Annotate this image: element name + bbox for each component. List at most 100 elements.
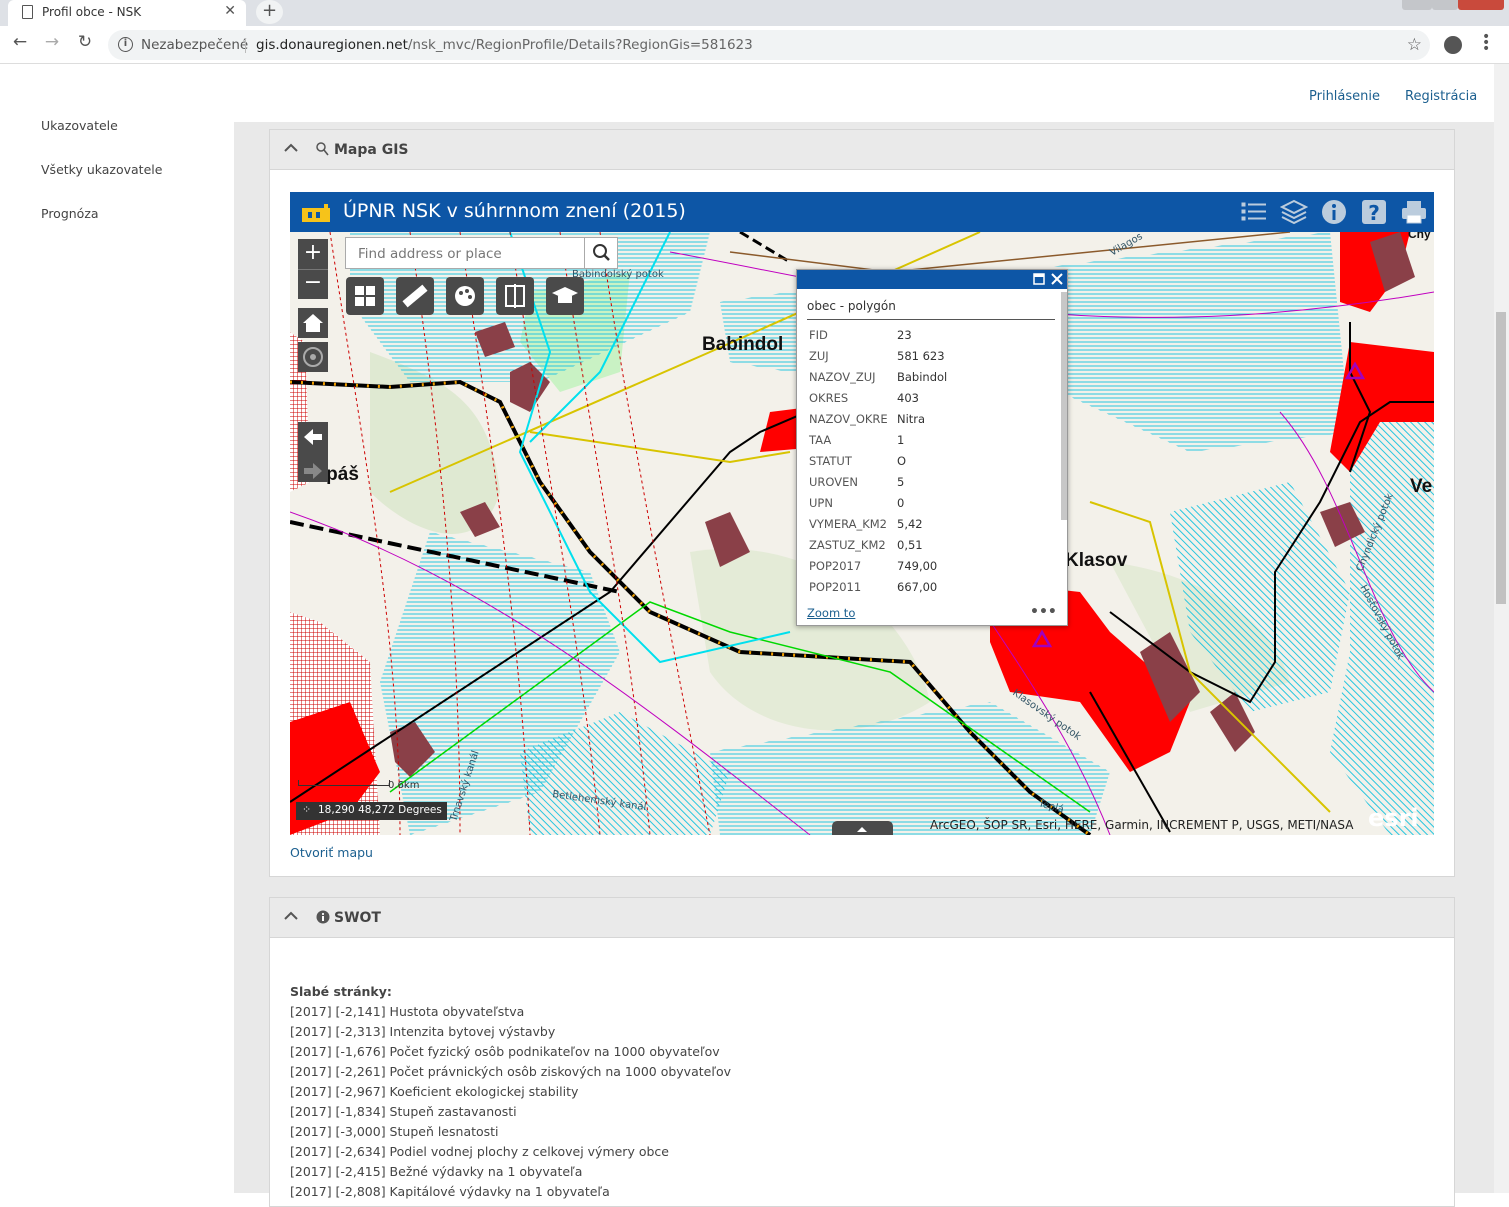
home-button[interactable] [298, 308, 328, 338]
weak-point-item: [2017] [-2,415] Bežné výdavky na 1 obyva… [290, 1164, 583, 1179]
extent-nav-control [298, 422, 328, 482]
popup-row-value: 5,42 [897, 517, 923, 531]
sidebar-item-vsetky-ukazovatele[interactable]: Všetky ukazovatele [41, 162, 162, 177]
locate-button[interactable] [298, 342, 328, 372]
browser-toolbar: ← → ↻ i Nezabezpečené gis.donauregionen.… [0, 26, 1509, 64]
info-icon[interactable]: i [118, 37, 133, 52]
popup-row-value: 0,51 [897, 538, 923, 552]
popup-row-value: 1 [897, 433, 905, 447]
window-close-button[interactable] [1458, 0, 1504, 10]
swot-panel-header[interactable]: SWOT [270, 898, 1454, 938]
next-extent-icon[interactable] [298, 456, 328, 486]
zoom-to-link[interactable]: Zoom to [807, 606, 855, 620]
crosshair-icon: ⁘ [302, 803, 312, 816]
new-tab-button[interactable]: + [256, 0, 283, 24]
browser-tab[interactable]: Profil obce - NSK ✕ [8, 0, 246, 26]
popup-scrollbar[interactable] [1061, 292, 1067, 520]
popup-row-key: VYMERA_KM2 [809, 517, 888, 531]
ruler-icon [402, 284, 428, 308]
coordinates-display[interactable]: ⁘ 18,290 48,272 Degrees [296, 802, 447, 820]
legend-icon[interactable] [1240, 198, 1268, 226]
popup-row-value: 0 [897, 496, 905, 510]
zoom-control: + − [298, 239, 328, 299]
maximize-button[interactable] [1432, 0, 1458, 10]
popup-title-bar [797, 270, 1067, 289]
layers-icon[interactable] [1280, 198, 1308, 226]
page-scrollbar-thumb[interactable] [1496, 312, 1506, 604]
popup-row-value: 749,00 [897, 559, 938, 573]
map-search-input[interactable]: Find address or place [358, 246, 502, 262]
home-icon [303, 314, 323, 332]
grid-icon [355, 286, 375, 306]
security-label: Nezabezpečené [141, 37, 249, 53]
gis-map[interactable]: ÚPNR NSK v súhrnnom znení (2015) ? Babin… [290, 192, 1434, 835]
label-babindolsky-potok: Babindolský potok [572, 268, 664, 280]
site-header: Prihlásenie Registrácia [0, 64, 1494, 122]
popup-row-value: 581 623 [897, 349, 945, 363]
page-scrollbar[interactable] [1494, 64, 1509, 1193]
maximize-icon[interactable] [1033, 273, 1045, 285]
map-title-bar: ÚPNR NSK v súhrnnom znení (2015) ? [290, 192, 1434, 232]
popup-row-value: 5 [897, 475, 905, 489]
map-search: Find address or place [345, 237, 618, 269]
weak-point-item: [2017] [-2,141] Hustota obyvateľstva [290, 1004, 525, 1019]
bookmark-star-icon[interactable]: ☆ [1407, 30, 1422, 60]
weak-point-item: [2017] [-2,313] Intenzita bytovej výstav… [290, 1024, 556, 1039]
register-link[interactable]: Registrácia [1405, 89, 1477, 104]
esri-logo: esri [1368, 804, 1419, 832]
collapse-chevron-icon[interactable] [284, 141, 298, 155]
weak-points-heading: Slabé stránky: [290, 984, 392, 999]
map-panel-header[interactable]: Mapa GIS [270, 130, 1454, 170]
zoom-in-button[interactable]: + [298, 239, 328, 269]
map-search-button[interactable] [584, 238, 617, 268]
attribute-table-toggle[interactable] [832, 821, 893, 835]
draw-button[interactable] [446, 277, 484, 315]
menu-icon[interactable]: • • • [1482, 30, 1490, 56]
close-tab-icon[interactable]: ✕ [224, 3, 236, 19]
address-bar[interactable]: i Nezabezpečené gis.donauregionen.net/ns… [108, 30, 1430, 60]
weak-point-item: [2017] [-2,808] Kapitálové výdavky na 1 … [290, 1184, 610, 1199]
print-icon[interactable] [1400, 198, 1428, 226]
open-map-link[interactable]: Otvoriť mapu [290, 845, 373, 860]
sidebar-item-prognoza[interactable]: Prognóza [41, 206, 99, 221]
weak-point-item: [2017] [-1,834] Stupeň zastavanosti [290, 1104, 517, 1119]
sidebar-item-ukazovatele[interactable]: Ukazovatele [41, 118, 118, 133]
zoom-out-button[interactable]: − [298, 269, 328, 299]
login-link[interactable]: Prihlásenie [1309, 89, 1380, 104]
popup-row-value: 23 [897, 328, 912, 342]
tab-title: Profil obce - NSK [42, 5, 142, 19]
more-actions-icon[interactable]: ••• [1030, 604, 1057, 620]
close-icon[interactable] [1051, 273, 1063, 285]
reload-icon[interactable]: ↻ [73, 32, 97, 52]
popup-row-key: STATUT [809, 454, 852, 468]
search-icon [316, 142, 329, 156]
account-icon[interactable] [1444, 36, 1462, 54]
measure-button[interactable] [396, 277, 434, 315]
about-button[interactable] [546, 277, 584, 315]
graduation-cap-icon [552, 287, 578, 303]
main-content: Mapa GIS ÚPNR NSK v súhrnnom znení (2015… [234, 122, 1494, 1207]
popup-row-key: ZASTUZ_KM2 [809, 538, 886, 552]
browser-tab-bar: Profil obce - NSK ✕ + [0, 0, 1509, 26]
map-title: ÚPNR NSK v súhrnnom znení (2015) [343, 200, 686, 222]
popup-row-key: NAZOV_ZUJ [809, 370, 876, 384]
collapse-chevron-icon[interactable] [284, 909, 298, 923]
back-icon[interactable]: ← [8, 32, 32, 52]
swipe-button[interactable] [496, 277, 534, 315]
weak-point-item: [2017] [-1,676] Počet fyzický osôb podni… [290, 1044, 720, 1059]
locate-icon [303, 347, 323, 367]
weak-point-item: [2017] [-2,261] Počet právnických osôb z… [290, 1064, 732, 1079]
basemap-gallery-button[interactable] [346, 277, 384, 315]
label-ve: Ve [1410, 476, 1432, 497]
popup-row-value: O [897, 454, 907, 468]
popup-row-value: Babindol [897, 370, 948, 384]
forward-icon[interactable]: → [40, 32, 64, 52]
help-icon[interactable]: ? [1360, 198, 1388, 226]
map-attribution: ArcGEO, ŠOP SR, Esri, HERE, Garmin, INCR… [930, 818, 1354, 832]
label-klasov: Klasov [1065, 550, 1128, 571]
previous-extent-icon[interactable] [298, 422, 328, 452]
swot-panel-title: SWOT [334, 910, 381, 926]
map-panel: Mapa GIS ÚPNR NSK v súhrnnom znení (2015… [269, 129, 1455, 877]
minimize-button[interactable] [1402, 0, 1432, 10]
info-icon[interactable] [1320, 198, 1348, 226]
